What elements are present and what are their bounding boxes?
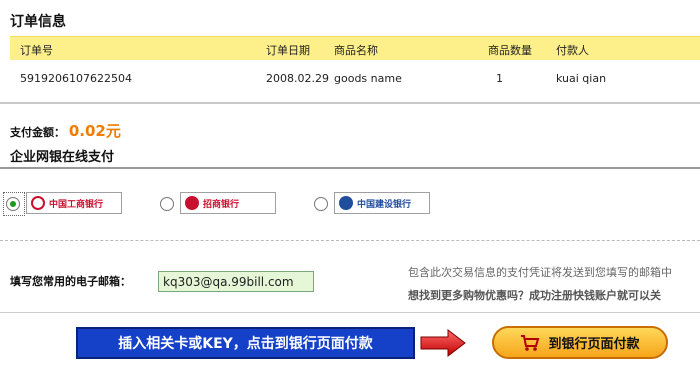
register-promo-link[interactable]: 想找到更多购物优惠吗？成功注册快钱账户就可以关 <box>408 287 700 303</box>
cell-quantity: 1 <box>496 72 503 85</box>
bank-radio-ccb[interactable] <box>314 197 328 211</box>
cell-product-name: goods name <box>334 72 402 85</box>
table-row: 5919206107622504 2008.02.29 goods name 1… <box>10 60 700 100</box>
divider <box>0 312 700 313</box>
email-note: 包含此次交易信息的支付凭证将发送到您填写的邮箱中 <box>408 266 672 279</box>
ccb-mark-icon <box>339 196 353 210</box>
bank-name-cmb: 招商银行 <box>203 199 240 210</box>
icbc-logo-icon[interactable]: 中国工商银行 <box>26 192 122 214</box>
bank-radio-icbc[interactable] <box>6 197 20 211</box>
order-info-title: 订单信息 <box>10 14 66 30</box>
divider <box>0 167 700 169</box>
cell-order-date: 2008.02.29 <box>266 72 329 85</box>
header-order-date: 订单日期 <box>266 44 310 57</box>
cmb-mark-icon <box>185 196 199 210</box>
email-label: 填写您常用的电子邮箱： <box>10 275 131 288</box>
shopping-cart-icon <box>521 334 540 351</box>
divider <box>0 102 700 104</box>
email-input[interactable] <box>158 271 314 292</box>
bank-name-ccb: 中国建设银行 <box>357 199 412 210</box>
header-product-name: 商品名称 <box>334 44 378 57</box>
header-order-no: 订单号 <box>20 44 53 57</box>
payment-amount: 支付金额： 0.02元 <box>10 120 121 141</box>
header-quantity: 商品数量 <box>488 44 532 57</box>
cmb-logo-icon[interactable]: 招商银行 <box>180 192 276 214</box>
amount-value: 0.02元 <box>68 122 121 140</box>
cell-order-no: 5919206107622504 <box>20 72 132 85</box>
pay-button-label: 到银行页面付款 <box>548 337 640 352</box>
pay-at-bank-button[interactable]: 到银行页面付款 <box>492 326 668 359</box>
bank-name-icbc: 中国工商银行 <box>49 199 104 210</box>
order-table-header: 订单号 订单日期 商品名称 商品数量 付款人 <box>10 36 700 60</box>
ccb-logo-icon[interactable]: 中国建设银行 <box>334 192 430 214</box>
online-banking-title: 企业网银在线支付 <box>10 150 115 165</box>
amount-label: 支付金额： <box>10 126 65 139</box>
bank-radio-cmb[interactable] <box>160 197 174 211</box>
insert-key-hint: 插入相关卡或KEY，点击到银行页面付款 <box>76 327 415 359</box>
cell-payer: kuai qian <box>556 72 607 85</box>
icbc-mark-icon <box>31 196 45 210</box>
divider <box>0 240 700 241</box>
header-payer: 付款人 <box>556 44 589 57</box>
arrow-right-icon <box>420 328 466 358</box>
